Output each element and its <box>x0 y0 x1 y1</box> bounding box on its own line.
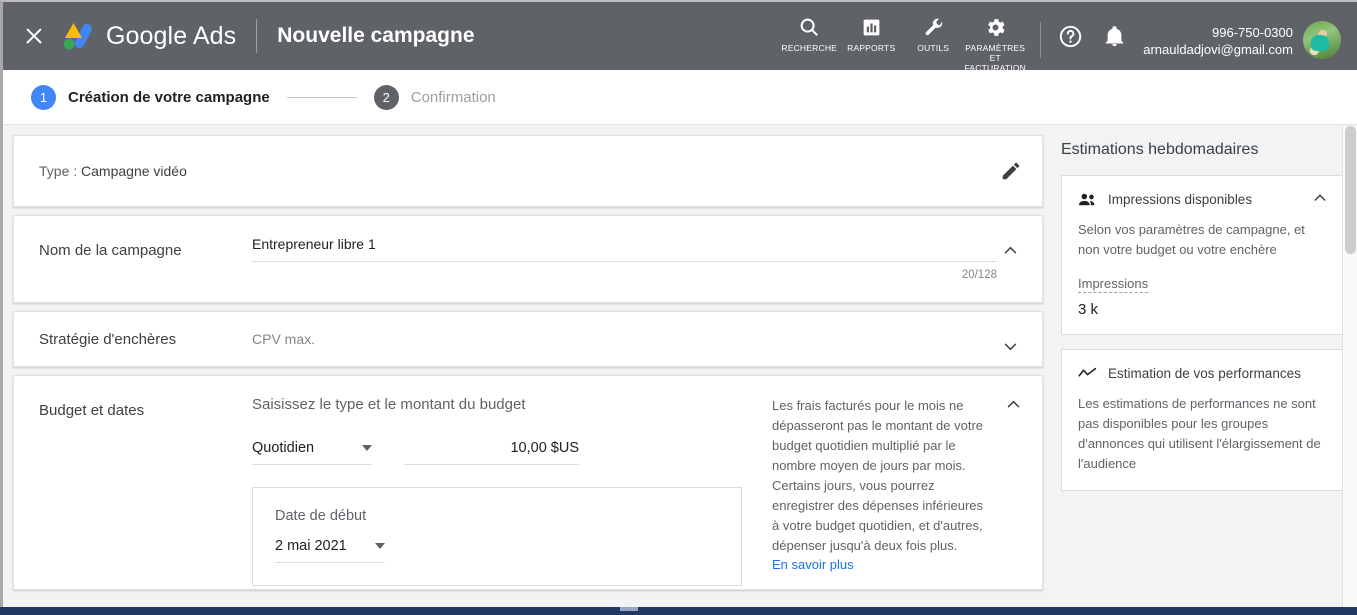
start-date-select[interactable]: 2 mai 2021 <box>275 538 385 563</box>
app-header: Google Ads Nouvelle campagne RECHERCHE R… <box>3 2 1357 73</box>
bidding-strategy-card[interactable]: Stratégie d'enchères CPV max. <box>13 311 1043 367</box>
stepper-connector <box>286 96 357 98</box>
learn-more-link[interactable]: En savoir plus <box>772 557 854 572</box>
performance-card-body: Les estimations de performances ne sont … <box>1078 396 1321 471</box>
bidding-strategy-label: Stratégie d'enchères <box>39 330 177 348</box>
performance-card-title: Estimation de vos performances <box>1108 365 1301 381</box>
header-tool-tools[interactable]: OUTILS <box>902 14 964 53</box>
header-tool-settings-billing-label: PARAMÈTRES ET FACTURATION <box>964 43 1026 73</box>
reports-icon <box>861 14 882 40</box>
pencil-icon[interactable] <box>1000 160 1022 187</box>
chevron-down-icon <box>362 445 372 451</box>
campaign-name-label: Nom de la campagne <box>39 242 182 259</box>
taskbar-indicator <box>620 607 638 611</box>
start-date-box: Date de début 2 mai 2021 <box>252 487 742 586</box>
step-1-label: Création de votre campagne <box>68 88 270 106</box>
budget-type-select[interactable]: Quotidien <box>252 440 372 465</box>
campaign-name-card: Nom de la campagne Entrepreneur libre 1 … <box>13 215 1043 303</box>
campaign-type-label: Type : <box>39 163 78 179</box>
page-scrollbar[interactable] <box>1342 126 1357 607</box>
account-email: arnauldadjovi@gmail.com <box>1143 42 1293 57</box>
trending-line-icon <box>1078 364 1098 382</box>
budget-and-dates-label: Budget et dates <box>39 402 145 419</box>
close-icon[interactable] <box>21 23 47 49</box>
budget-hint: Saisissez le type et le montant du budge… <box>252 396 526 413</box>
header-tool-tools-label: OUTILS <box>917 43 950 53</box>
estimates-rail-title: Estimations hebdomadaires <box>1061 141 1259 158</box>
campaign-name-field-wrap: Entrepreneur libre 1 20/128 <box>252 236 997 281</box>
impressions-metric-value: 3 k <box>1078 301 1099 318</box>
chevron-down-icon[interactable] <box>998 334 1022 358</box>
step-2-label: Confirmation <box>410 88 496 106</box>
start-date-value: 2 mai 2021 <box>275 538 347 554</box>
avatar[interactable] <box>1303 21 1341 59</box>
impressions-card-body: Selon vos paramètres de campagne, et non… <box>1078 222 1305 257</box>
help-icon[interactable] <box>1055 21 1085 51</box>
chevron-down-icon <box>375 543 385 549</box>
header-tool-search-label: RECHERCHE <box>781 43 838 53</box>
wrench-icon <box>923 14 944 40</box>
budget-amount-input[interactable]: 10,00 $US <box>404 440 579 465</box>
screen: Google Ads Nouvelle campagne RECHERCHE R… <box>0 0 1357 615</box>
impressions-metric-label: Impressions <box>1078 276 1149 293</box>
header-divider <box>256 19 258 53</box>
account-id: 996-750-0300 <box>1212 25 1293 40</box>
budget-note: Les frais facturés pour le mois ne dépas… <box>772 396 1020 586</box>
people-icon <box>1078 190 1098 208</box>
campaign-name-content: Entrepreneur libre 1 20/128 <box>252 216 1042 281</box>
os-taskbar <box>0 607 1357 615</box>
stepper: 1 Création de votre campagne 2 Confirmat… <box>3 70 1357 125</box>
campaign-type-text: Type : Campagne vidéo <box>14 163 187 179</box>
header-tool-reports[interactable]: RAPPORTS <box>840 14 902 53</box>
google-ads-logo <box>63 23 92 50</box>
estimates-rail: Estimations hebdomadaires Impressions di… <box>1043 125 1343 607</box>
page-scrollbar-thumb[interactable] <box>1345 126 1356 254</box>
chevron-up-icon[interactable] <box>1312 190 1328 211</box>
header-tool-settings-billing[interactable]: PARAMÈTRES ET FACTURATION <box>964 14 1026 73</box>
impressions-estimate-card: Impressions disponibles Selon vos paramè… <box>1061 175 1343 335</box>
header-tool-reports-label: RAPPORTS <box>847 43 896 53</box>
search-icon <box>798 14 820 40</box>
stepper-step-1[interactable]: 1 Création de votre campagne <box>31 84 270 110</box>
impressions-card-header: Impressions disponibles <box>1078 190 1326 208</box>
budget-left: Saisissez le type et le montant du budge… <box>252 396 772 586</box>
step-2-number: 2 <box>373 84 399 110</box>
stepper-step-2[interactable]: 2 Confirmation <box>373 84 496 110</box>
budget-note-text: Les frais facturés pour le mois ne dépas… <box>772 398 984 553</box>
campaign-type-value: Campagne vidéo <box>81 163 187 179</box>
account-info[interactable]: 996-750-0300 arnauldadjovi@gmail.com <box>1143 24 1293 58</box>
performance-card-header: Estimation de vos performances <box>1078 364 1326 382</box>
campaign-name-input[interactable]: Entrepreneur libre 1 <box>252 236 997 262</box>
bidding-strategy-value: CPV max. <box>252 331 316 347</box>
settings-column: Type : Campagne vidéo Nom de la campagne <box>3 125 1043 607</box>
performance-estimate-card: Estimation de vos performances Les estim… <box>1061 349 1343 491</box>
campaign-type-card: Type : Campagne vidéo <box>13 135 1043 207</box>
header-tools: RECHERCHE RAPPORTS OUTILS PARAMÈTRES ET … <box>778 2 1357 73</box>
brand-label: Google Ads <box>106 21 237 50</box>
budget-content: Saisissez le type et le montant du budge… <box>252 376 1042 586</box>
gear-icon <box>984 14 1007 40</box>
chevron-up-icon[interactable] <box>998 238 1022 262</box>
step-1-number: 1 <box>31 84 56 110</box>
notifications-icon[interactable] <box>1099 21 1129 51</box>
header-tools-divider <box>1040 22 1042 58</box>
campaign-name-counter: 20/128 <box>961 269 997 281</box>
budget-and-dates-card: Budget et dates Saisissez le type et le … <box>13 375 1043 590</box>
start-date-label: Date de début <box>275 508 367 524</box>
page-title: Nouvelle campagne <box>277 24 475 47</box>
impressions-card-title: Impressions disponibles <box>1108 191 1253 207</box>
browser-window: Google Ads Nouvelle campagne RECHERCHE R… <box>0 0 1357 607</box>
budget-inputs: Quotidien 10,00 $US <box>252 440 772 465</box>
page-body: Type : Campagne vidéo Nom de la campagne <box>3 125 1357 607</box>
chevron-up-icon[interactable] <box>1005 396 1022 418</box>
budget-type-value: Quotidien <box>252 440 315 456</box>
header-tool-search[interactable]: RECHERCHE <box>778 14 840 53</box>
